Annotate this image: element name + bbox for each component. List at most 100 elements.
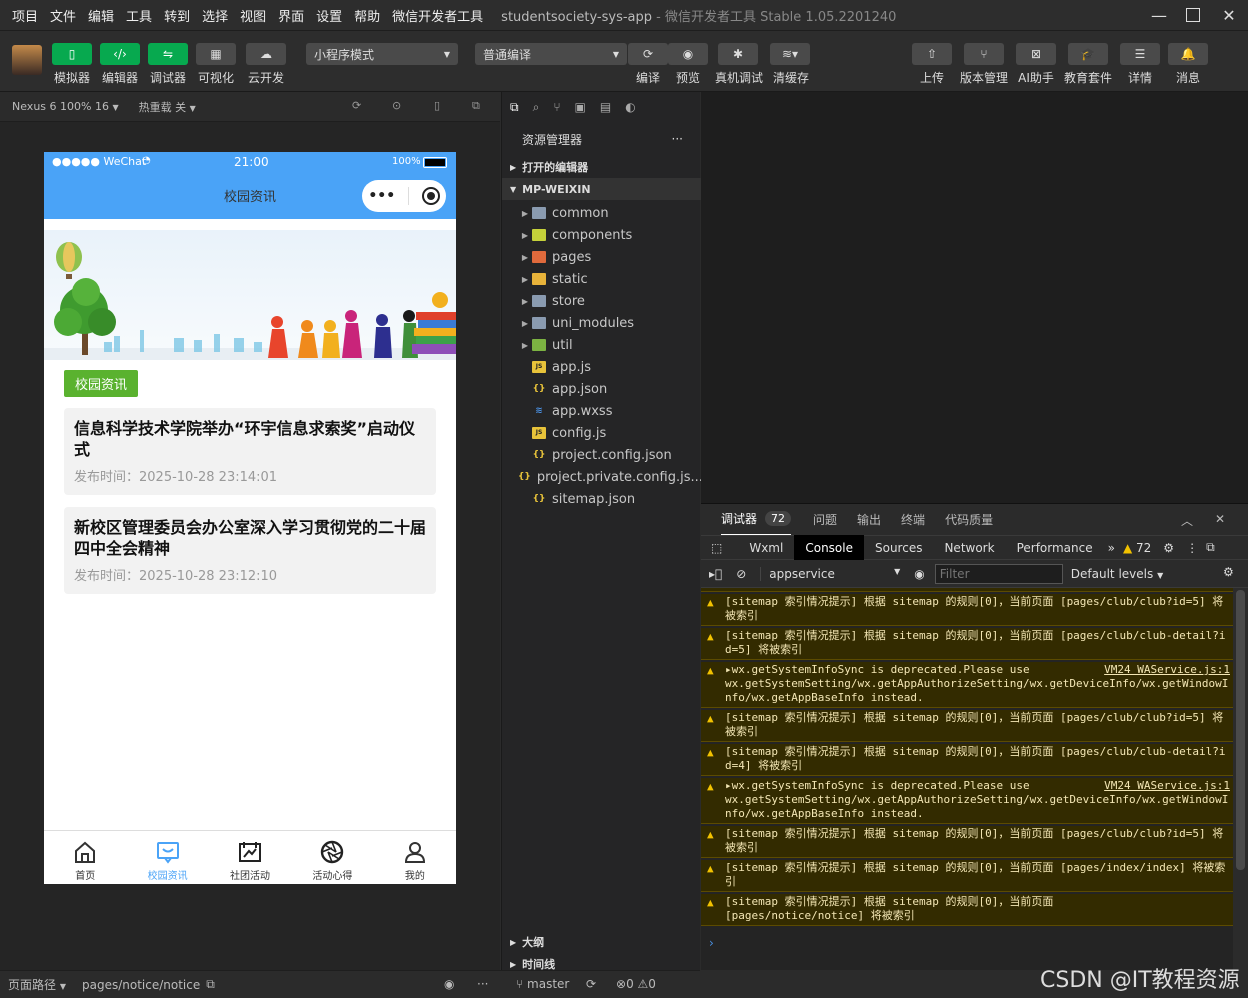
remote-debug-button[interactable]: ✱ bbox=[718, 43, 758, 65]
preview-button[interactable]: ◉ bbox=[668, 43, 708, 65]
clear-cache-button[interactable]: ≋▾ bbox=[770, 43, 810, 65]
news-card[interactable]: 新校区管理委员会办公室深入学习贯彻党的二十届四中全会精神 发布时间：2025-1… bbox=[64, 507, 436, 594]
tree-folder[interactable]: ▶ static bbox=[502, 268, 701, 290]
outline-section[interactable]: ▶ 大纲 bbox=[502, 931, 701, 953]
visual-button[interactable]: ▦ bbox=[196, 43, 236, 65]
phone-icon[interactable]: ▯ bbox=[434, 99, 440, 112]
copy-icon[interactable]: ⧉ bbox=[206, 977, 215, 992]
tab-code-quality[interactable]: 代码质量 bbox=[945, 511, 993, 528]
context-select[interactable]: appservice ▼ bbox=[760, 566, 900, 581]
menu-view[interactable]: 视图 bbox=[234, 6, 272, 25]
close-icon[interactable]: ✕ bbox=[1215, 512, 1225, 526]
gear-icon[interactable]: ⚙ bbox=[1155, 535, 1182, 560]
tab-performance[interactable]: Performance bbox=[1006, 535, 1104, 560]
files-icon[interactable]: ⧉ bbox=[510, 100, 519, 115]
cloud-button[interactable]: ☁ bbox=[246, 43, 286, 65]
debugger-toggle-button[interactable]: ⇋ bbox=[148, 43, 188, 65]
tree-folder[interactable]: ▶ common bbox=[502, 202, 701, 224]
gear-icon[interactable]: ⚙ bbox=[1223, 565, 1234, 579]
warning-counter[interactable]: ▲ 72 bbox=[1119, 535, 1155, 560]
maximize-icon[interactable] bbox=[1180, 4, 1206, 26]
log-source-link[interactable]: VM24 WAService.js:1 bbox=[1104, 663, 1230, 677]
kebab-icon[interactable]: ⋮ bbox=[1182, 535, 1202, 560]
upload-button[interactable]: ⇧ bbox=[912, 43, 952, 65]
tab-news[interactable]: 校园资讯 bbox=[126, 831, 208, 884]
tree-file[interactable]: {} sitemap.json bbox=[502, 488, 701, 510]
menu-settings[interactable]: 设置 bbox=[310, 6, 348, 25]
tab-club-activities[interactable]: 社团活动 bbox=[209, 831, 291, 884]
sync-icon[interactable]: ⟳ bbox=[586, 977, 596, 991]
menu-file[interactable]: 文件 bbox=[44, 6, 82, 25]
menu-edit[interactable]: 编辑 bbox=[82, 6, 120, 25]
project-section[interactable]: ▼ MP-WEIXIN bbox=[502, 178, 701, 200]
open-editors-section[interactable]: ▶ 打开的编辑器 bbox=[502, 156, 701, 178]
dock-icon[interactable]: ⧉ bbox=[1202, 535, 1219, 560]
messages-button[interactable]: 🔔 bbox=[1168, 43, 1208, 65]
console-scrollbar[interactable] bbox=[1233, 588, 1248, 970]
menu-goto[interactable]: 转到 bbox=[158, 6, 196, 25]
more-icon[interactable]: ··· bbox=[672, 132, 683, 146]
tab-output[interactable]: 输出 bbox=[857, 511, 881, 528]
log-source-link[interactable]: VM24 WAService.js:1 bbox=[1104, 779, 1230, 793]
tree-file[interactable]: {} project.private.config.js... bbox=[502, 466, 701, 488]
tab-debugger[interactable]: 调试器 72 bbox=[721, 504, 792, 536]
close-mini-program-icon[interactable] bbox=[421, 187, 440, 205]
tab-network[interactable]: Network bbox=[933, 535, 1005, 560]
levels-select[interactable]: Default levels ▼ bbox=[1071, 567, 1163, 581]
rotate-icon[interactable]: ⟳ bbox=[352, 99, 361, 112]
console-filter-input[interactable] bbox=[934, 563, 1063, 584]
tree-file[interactable]: {} app.json bbox=[502, 378, 701, 400]
source-control-icon[interactable]: ⑂ bbox=[553, 100, 560, 114]
sidebar-toggle-icon[interactable]: ▸⃞ bbox=[709, 567, 722, 581]
console-log-entry[interactable]: ▲ [sitemap 索引情况提示] 根据 sitemap 的规则[0]，当前页面… bbox=[701, 826, 1234, 858]
panel-icon[interactable]: ▤ bbox=[600, 100, 611, 114]
extensions-icon[interactable]: ▣ bbox=[575, 100, 586, 114]
more-icon[interactable]: ••• bbox=[368, 188, 395, 204]
menu-tools[interactable]: 工具 bbox=[120, 6, 158, 25]
console-log-entry[interactable]: ▲ VM24 WAService.js:1 ▸wx.getSystemInfoSyn… bbox=[701, 778, 1234, 824]
tree-folder[interactable]: ▶ util bbox=[502, 334, 701, 356]
tree-folder[interactable]: ▶ pages bbox=[502, 246, 701, 268]
docker-icon[interactable]: ◐ bbox=[625, 100, 635, 114]
version-button[interactable]: ⑂ bbox=[964, 43, 1004, 65]
inspect-icon[interactable]: ⬚ bbox=[701, 535, 732, 560]
tree-file[interactable]: JS config.js bbox=[502, 422, 701, 444]
compile-button[interactable]: ⟳ bbox=[628, 43, 668, 65]
tab-mine[interactable]: 我的 bbox=[374, 831, 456, 884]
search-icon[interactable]: ⌕ bbox=[533, 100, 540, 115]
minimize-icon[interactable]: — bbox=[1146, 4, 1172, 26]
eye-icon[interactable]: ◉ bbox=[914, 567, 924, 581]
tree-file[interactable]: {} project.config.json bbox=[502, 444, 701, 466]
avatar[interactable] bbox=[12, 45, 42, 75]
tab-problems[interactable]: 问题 bbox=[813, 511, 837, 528]
tree-file[interactable]: JS app.js bbox=[502, 356, 701, 378]
education-button[interactable]: 🎓 bbox=[1068, 43, 1108, 65]
ai-button[interactable]: ⊠ bbox=[1016, 43, 1056, 65]
more-tabs-button[interactable]: » bbox=[1104, 535, 1119, 560]
tree-file[interactable]: ≋ app.wxss bbox=[502, 400, 701, 422]
console-prompt[interactable]: › bbox=[709, 936, 714, 950]
eye-icon[interactable]: ◉ bbox=[444, 977, 454, 991]
editor-toggle-button[interactable]: ‹/› bbox=[100, 43, 140, 65]
console-log-entry[interactable]: ▲owInfo/wx.getAppBaseInfo instead. bbox=[701, 588, 1234, 592]
compile-select[interactable]: 普通编译 ▼ bbox=[475, 43, 627, 65]
chevron-up-icon[interactable]: ︿ bbox=[1181, 512, 1193, 529]
console-log-entry[interactable]: ▲ [sitemap 索引情况提示] 根据 sitemap 的规则[0]，当前页面… bbox=[701, 710, 1234, 742]
menu-help[interactable]: 帮助 bbox=[348, 6, 386, 25]
menu-interface[interactable]: 界面 bbox=[272, 6, 310, 25]
page-path-select[interactable]: 页面路径 ▼ bbox=[8, 976, 66, 993]
console-log-entry[interactable]: ▲ [sitemap 索引情况提示] 根据 sitemap 的规则[0]，当前页面… bbox=[701, 894, 1234, 926]
clear-console-icon[interactable]: ⊘ bbox=[736, 567, 746, 581]
tab-console[interactable]: Console bbox=[794, 535, 864, 560]
tab-home[interactable]: 首页 bbox=[44, 831, 126, 884]
mode-select[interactable]: 小程序模式 ▼ bbox=[306, 43, 458, 65]
console-log-entry[interactable]: ▲ [sitemap 索引情况提示] 根据 sitemap 的规则[0]，当前页面… bbox=[701, 744, 1234, 776]
more-icon[interactable]: ··· bbox=[477, 977, 488, 991]
console-log-entry[interactable]: ▲ [sitemap 索引情况提示] 根据 sitemap 的规则[0]，当前页面… bbox=[701, 594, 1234, 626]
console-log-entry[interactable]: ▲ [sitemap 索引情况提示] 根据 sitemap 的规则[0]，当前页面… bbox=[701, 628, 1234, 660]
menu-project[interactable]: 项目 bbox=[6, 6, 44, 25]
console-log-entry[interactable]: ▲ [sitemap 索引情况提示] 根据 sitemap 的规则[0]，当前页面… bbox=[701, 860, 1234, 892]
hot-reload-select[interactable]: 热重载 关 ▼ bbox=[139, 99, 196, 115]
console-log-entry[interactable]: ▲ VM24 WAService.js:1 ▸wx.getSystemInfoSyn… bbox=[701, 662, 1234, 708]
menu-select[interactable]: 选择 bbox=[196, 6, 234, 25]
